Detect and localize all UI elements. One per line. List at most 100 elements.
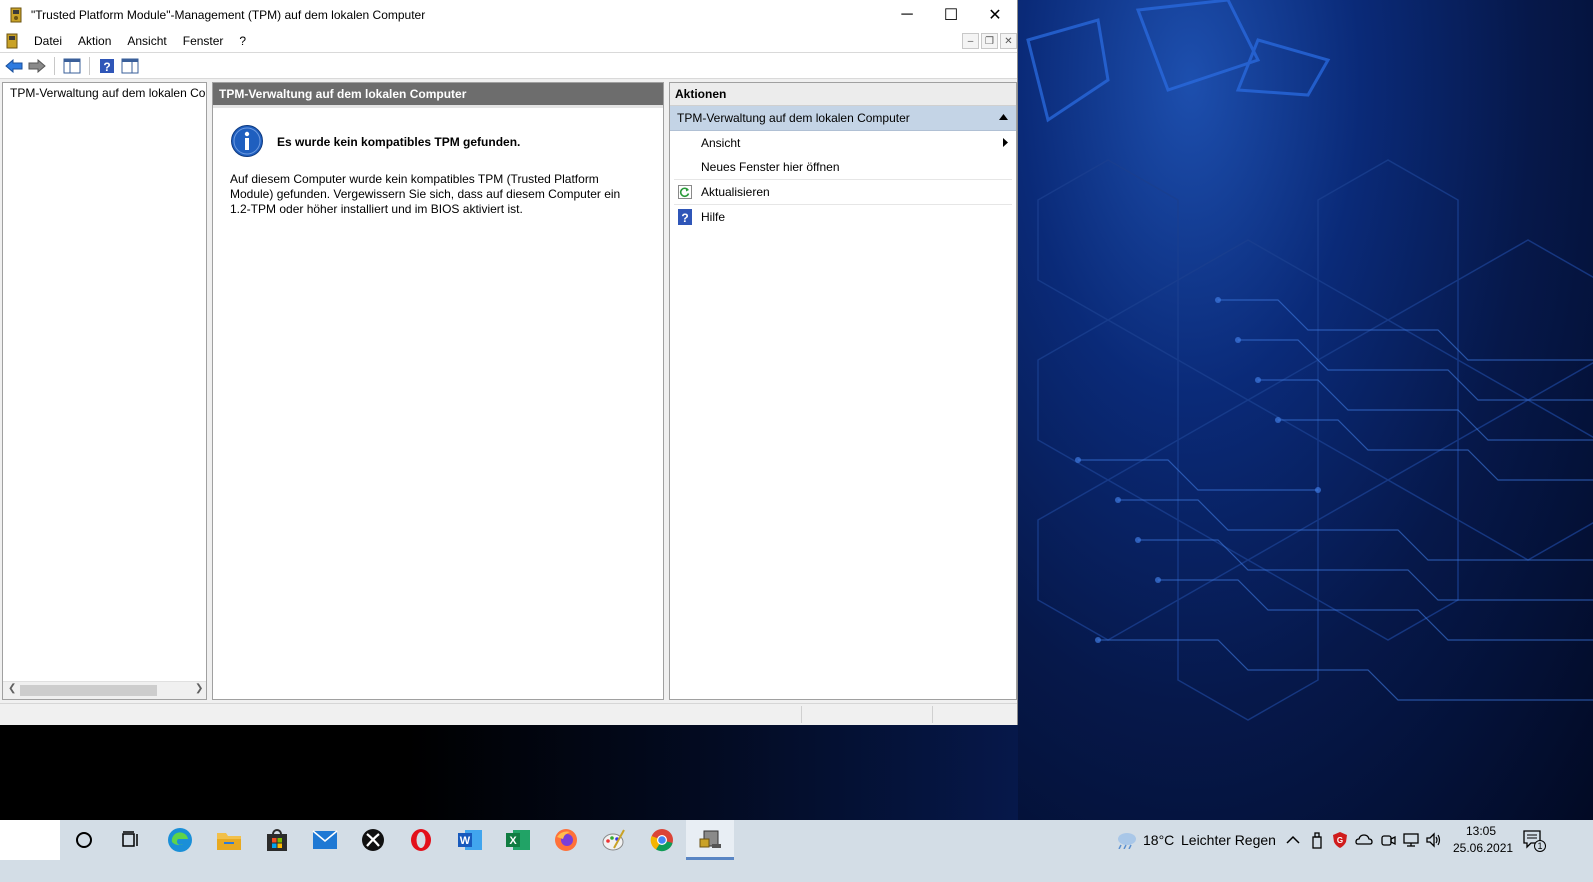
file-explorer-icon bbox=[217, 833, 241, 850]
paint-taskbar-button[interactable] bbox=[590, 820, 638, 860]
maximize-button[interactable]: ☐ bbox=[928, 0, 974, 30]
weather-temperature[interactable]: 18°C bbox=[1143, 832, 1174, 848]
help-toolbar-button[interactable]: ? bbox=[97, 56, 117, 76]
task-view-button[interactable] bbox=[107, 820, 155, 860]
scroll-right-icon[interactable]: ❯ bbox=[195, 683, 203, 694]
status-cell bbox=[932, 706, 933, 723]
opera-taskbar-button[interactable] bbox=[397, 820, 445, 860]
svg-text:W: W bbox=[460, 835, 471, 847]
result-pane: TPM-Verwaltung auf dem lokalen Computer … bbox=[212, 82, 664, 700]
notification-count-badge: 1 bbox=[1534, 840, 1546, 852]
onedrive-cloud-icon[interactable] bbox=[1355, 831, 1373, 849]
window-title: "Trusted Platform Module"-Management (TP… bbox=[31, 8, 426, 22]
close-button[interactable]: ✕ bbox=[972, 0, 1018, 30]
menu-aktion[interactable]: Aktion bbox=[70, 34, 119, 48]
weather-rain-icon[interactable] bbox=[1114, 831, 1138, 849]
tpm-management-window: "Trusted Platform Module"-Management (TP… bbox=[0, 0, 1018, 725]
actions-pane: Aktionen TPM-Verwaltung auf dem lokalen … bbox=[669, 82, 1017, 700]
excel-icon: X bbox=[506, 830, 530, 850]
actions-section-header[interactable]: TPM-Verwaltung auf dem lokalen Computer bbox=[670, 106, 1016, 131]
back-arrow-icon bbox=[5, 58, 23, 73]
forward-arrow-icon bbox=[28, 58, 46, 73]
status-cell bbox=[801, 706, 802, 723]
no-tpm-heading: Es wurde kein kompatibles TPM gefunden. bbox=[277, 135, 521, 149]
clock-time[interactable]: 13:05 bbox=[1466, 824, 1496, 838]
action-help[interactable]: ? Hilfe bbox=[670, 205, 1016, 229]
search-circle-icon bbox=[76, 832, 92, 848]
menu-ansicht[interactable]: Ansicht bbox=[119, 34, 174, 48]
info-icon bbox=[231, 125, 263, 157]
forward-button[interactable] bbox=[27, 56, 47, 76]
tpm-taskbar-button[interactable] bbox=[686, 820, 734, 860]
xbox-icon bbox=[362, 829, 384, 851]
svg-text:X: X bbox=[509, 835, 517, 847]
menu-bar: Datei Aktion Ansicht Fenster ? – ❐ ✕ bbox=[0, 30, 1017, 52]
word-taskbar-button[interactable]: W bbox=[446, 820, 494, 860]
scrollbar-thumb[interactable] bbox=[20, 685, 157, 696]
tpm-menu-icon[interactable] bbox=[4, 33, 20, 49]
toolbar-separator bbox=[54, 56, 55, 75]
excel-taskbar-button[interactable]: X bbox=[494, 820, 542, 860]
title-bar[interactable]: "Trusted Platform Module"-Management (TP… bbox=[0, 0, 1017, 30]
result-pane-header: TPM-Verwaltung auf dem lokalen Computer bbox=[213, 83, 663, 108]
svg-text:?: ? bbox=[681, 211, 688, 225]
file-explorer-taskbar-button[interactable] bbox=[205, 820, 253, 860]
firefox-taskbar-button[interactable] bbox=[542, 820, 590, 860]
mail-icon bbox=[312, 830, 338, 849]
back-button[interactable] bbox=[4, 56, 24, 76]
action-label: Aktualisieren bbox=[701, 185, 770, 199]
menu-fenster[interactable]: Fenster bbox=[175, 34, 232, 48]
mail-taskbar-button[interactable] bbox=[301, 820, 349, 860]
word-icon: W bbox=[458, 830, 482, 850]
chrome-taskbar-button[interactable] bbox=[638, 820, 686, 860]
maximize-icon: ☐ bbox=[943, 7, 959, 24]
show-hidden-icons-chevron-up-icon[interactable] bbox=[1284, 831, 1302, 849]
weather-description[interactable]: Leichter Regen bbox=[1181, 832, 1276, 848]
minimize-button[interactable]: ─ bbox=[884, 0, 930, 30]
menu-help[interactable]: ? bbox=[231, 34, 254, 48]
edge-icon bbox=[168, 828, 192, 852]
antivirus-shield-icon[interactable]: G bbox=[1331, 831, 1349, 849]
edge-taskbar-button[interactable] bbox=[156, 820, 204, 860]
notification-center-button[interactable]: 1 bbox=[1522, 829, 1546, 852]
toolbar-separator bbox=[89, 56, 90, 75]
meet-now-icon[interactable] bbox=[1379, 831, 1397, 849]
no-tpm-description: Auf diesem Computer wurde kein kompatibl… bbox=[230, 172, 621, 216]
action-pane-icon bbox=[121, 58, 139, 73]
status-bar bbox=[0, 703, 1017, 725]
search-button[interactable] bbox=[60, 820, 108, 860]
tree-item-tpm-root[interactable]: TPM-Verwaltung auf dem lokalen Computer bbox=[3, 83, 206, 103]
show-action-pane-button[interactable] bbox=[120, 56, 140, 76]
network-icon[interactable] bbox=[1402, 831, 1420, 849]
menu-datei[interactable]: Datei bbox=[26, 34, 70, 48]
desktop-wallpaper bbox=[1018, 0, 1593, 820]
console-tree-pane: TPM-Verwaltung auf dem lokalen Computer … bbox=[2, 82, 207, 700]
collapse-up-icon[interactable] bbox=[999, 114, 1008, 120]
chrome-icon bbox=[650, 829, 673, 852]
firefox-icon bbox=[555, 829, 577, 851]
store-icon bbox=[267, 829, 287, 851]
svg-text:?: ? bbox=[103, 60, 110, 74]
action-refresh[interactable]: Aktualisieren bbox=[670, 180, 1016, 204]
svg-text:G: G bbox=[1337, 836, 1343, 845]
action-ansicht[interactable]: Ansicht bbox=[670, 131, 1016, 155]
mdi-minimize-icon[interactable]: – bbox=[962, 33, 979, 49]
mdi-close-icon[interactable]: ✕ bbox=[1000, 33, 1017, 49]
volume-icon[interactable] bbox=[1425, 831, 1443, 849]
usb-device-icon[interactable] bbox=[1308, 831, 1326, 849]
clock-date[interactable]: 25.06.2021 bbox=[1453, 841, 1513, 855]
show-console-tree-button[interactable] bbox=[62, 56, 82, 76]
xbox-taskbar-button[interactable] bbox=[349, 820, 397, 860]
horizontal-scrollbar[interactable]: ❮ ❯ bbox=[3, 681, 206, 699]
scroll-left-icon[interactable]: ❮ bbox=[8, 683, 16, 694]
action-label: Ansicht bbox=[701, 136, 741, 150]
start-area[interactable] bbox=[0, 820, 60, 860]
close-icon: ✕ bbox=[988, 7, 1002, 24]
taskbar: W X 18°C Leichter Regen G 13:05 25.06.20… bbox=[0, 820, 1593, 882]
console-tree-icon bbox=[63, 58, 81, 73]
submenu-arrow-icon bbox=[1003, 138, 1008, 147]
action-new-window[interactable]: Neues Fenster hier öffnen bbox=[670, 155, 1016, 179]
tpm-app-icon bbox=[10, 7, 22, 23]
mdi-restore-icon[interactable]: ❐ bbox=[981, 33, 998, 49]
store-taskbar-button[interactable] bbox=[253, 820, 301, 860]
